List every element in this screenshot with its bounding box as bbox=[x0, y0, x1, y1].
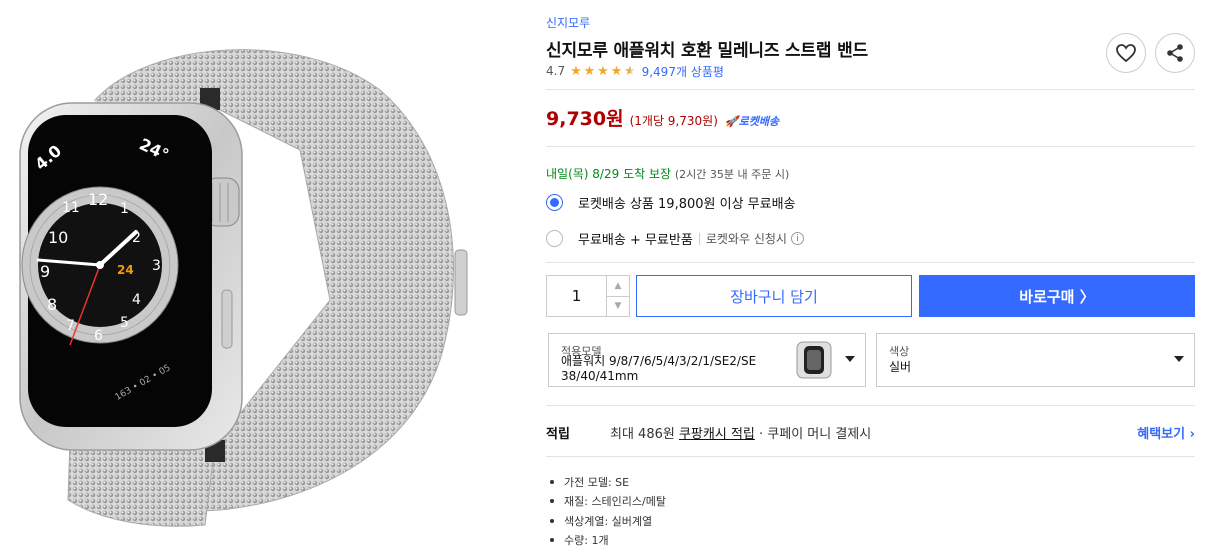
rocket-delivery-badge: 🚀로켓배송 bbox=[724, 115, 780, 128]
star-icon: ★ bbox=[597, 63, 609, 79]
delivery-note: (2시간 35분 내 주문 시) bbox=[674, 168, 790, 181]
color-select-label: 색상 bbox=[889, 345, 910, 358]
color-select-value: 실버 bbox=[889, 360, 912, 374]
half-star-icon: ★ bbox=[624, 63, 636, 79]
benefit-suffix: · 쿠페이 머니 결제시 bbox=[754, 427, 872, 442]
model-value-line2: 38/40/41mm bbox=[561, 369, 639, 383]
share-button[interactable] bbox=[1155, 33, 1195, 73]
quantity-stepper[interactable]: 1 ▲ ▼ bbox=[546, 275, 630, 317]
shipping-option-extra: 로켓와우 신청시 bbox=[705, 232, 787, 246]
delivery-estimate: 내일(목) 8/29 도착 보장 (2시간 35분 내 주문 시) bbox=[546, 165, 789, 182]
product-page: 4.0 24° 12 1 2 3 4 5 6 7 8 9 10 11 24 16… bbox=[0, 0, 1205, 549]
buy-now-button[interactable]: 바로구매 〉 bbox=[919, 275, 1195, 317]
model-select[interactable]: 적용모델 애플워치 9/8/7/6/5/4/3/2/1/SE2/SE 38/40… bbox=[548, 333, 866, 387]
product-title: 신지모루 애플워치 호환 밀레니즈 스트랩 밴드 bbox=[546, 41, 868, 61]
list-item: 수량: 1개 bbox=[550, 531, 666, 549]
list-item: 가전 모델: SE bbox=[550, 472, 666, 492]
chevron-down-icon bbox=[845, 356, 855, 362]
quantity-value[interactable]: 1 bbox=[547, 276, 607, 316]
benefit-text: 최대 486원 쿠팡캐시 적립 · 쿠페이 머니 결제시 bbox=[610, 423, 871, 442]
model-thumbnail bbox=[796, 341, 832, 379]
chevron-down-icon bbox=[1174, 356, 1184, 362]
price-row: 9,730원 (1개당 9,730원) 🚀로켓배송 bbox=[546, 104, 779, 131]
shipping-option-free[interactable]: 무료배송 + 무료반품 로켓와우 신청시 i bbox=[546, 229, 804, 248]
divider bbox=[546, 89, 1195, 90]
divider bbox=[546, 456, 1195, 457]
benefit-label: 적립 bbox=[546, 427, 570, 442]
benefit-prefix: 최대 486원 bbox=[610, 427, 679, 442]
star-rating: ★ ★ ★ ★ ★ bbox=[570, 65, 638, 78]
rocket-badge-label: 로켓배송 bbox=[738, 115, 780, 128]
delivery-date: 내일(목) 8/29 bbox=[546, 167, 620, 181]
list-item: 색상계열: 실버계열 bbox=[550, 511, 666, 531]
coupang-cash-link[interactable]: 쿠팡캐시 적립 bbox=[679, 427, 755, 442]
unit-price: (1개당 9,730원) bbox=[629, 114, 718, 128]
heart-icon bbox=[1116, 44, 1136, 62]
rating-row: 4.7 ★ ★ ★ ★ ★ 9,497개 상품평 bbox=[546, 62, 724, 80]
wishlist-button[interactable] bbox=[1106, 33, 1146, 73]
radio-selected[interactable] bbox=[546, 194, 563, 211]
separator bbox=[698, 232, 700, 245]
divider bbox=[546, 146, 1195, 147]
watch-face: 4.0 24° 12 1 2 3 4 5 6 7 8 9 10 11 24 16… bbox=[0, 0, 520, 549]
share-icon bbox=[1167, 44, 1183, 62]
radio-unselected[interactable] bbox=[546, 230, 563, 247]
delivery-guarantee: 도착 보장 bbox=[623, 167, 672, 181]
info-icon[interactable]: i bbox=[790, 232, 804, 245]
model-select-value: 애플워치 9/8/7/6/5/4/3/2/1/SE2/SE 38/40/41mm bbox=[561, 354, 756, 384]
divider bbox=[546, 262, 1195, 263]
star-icon: ★ bbox=[583, 63, 596, 79]
star-icon: ★ bbox=[610, 63, 623, 79]
decrease-icon[interactable]: ▼ bbox=[607, 297, 629, 317]
shipping-option-rocket[interactable]: 로켓배송 상품 19,800원 이상 무료배송 bbox=[546, 193, 796, 212]
review-count-link[interactable]: 9,497개 상품평 bbox=[642, 63, 724, 80]
star-icon: ★ bbox=[570, 63, 582, 79]
watch-hands bbox=[36, 230, 138, 346]
model-value-line1: 애플워치 9/8/7/6/5/4/3/2/1/SE2/SE bbox=[561, 354, 757, 368]
brand-link[interactable]: 신지모루 bbox=[546, 14, 590, 31]
sale-price: 9,730원 bbox=[546, 108, 624, 130]
divider bbox=[546, 405, 1195, 406]
list-item: 재질: 스테인리스/메탈 bbox=[550, 492, 666, 512]
color-select[interactable]: 색상 실버 bbox=[876, 333, 1195, 387]
shipping-option-label: 무료배송 + 무료반품 bbox=[578, 233, 693, 248]
product-image[interactable]: 4.0 24° 12 1 2 3 4 5 6 7 8 9 10 11 24 16… bbox=[0, 0, 520, 549]
rating-value: 4.7 bbox=[546, 64, 566, 78]
product-info: 신지모루 신지모루 애플워치 호환 밀레니즈 스트랩 밴드 4.7 ★ ★ ★ … bbox=[546, 0, 1195, 549]
benefit-row: 적립 최대 486원 쿠팡캐시 적립 · 쿠페이 머니 결제시 혜택보기 › bbox=[546, 423, 1195, 442]
add-to-cart-button[interactable]: 장바구니 담기 bbox=[636, 275, 912, 317]
increase-icon[interactable]: ▲ bbox=[607, 276, 629, 297]
shipping-option-label: 로켓배송 상품 19,800원 이상 무료배송 bbox=[578, 197, 796, 212]
attribute-list: 가전 모델: SE 재질: 스테인리스/메탈 색상계열: 실버계열 수량: 1개 bbox=[550, 472, 666, 549]
view-benefits-link[interactable]: 혜택보기 › bbox=[1137, 423, 1195, 442]
